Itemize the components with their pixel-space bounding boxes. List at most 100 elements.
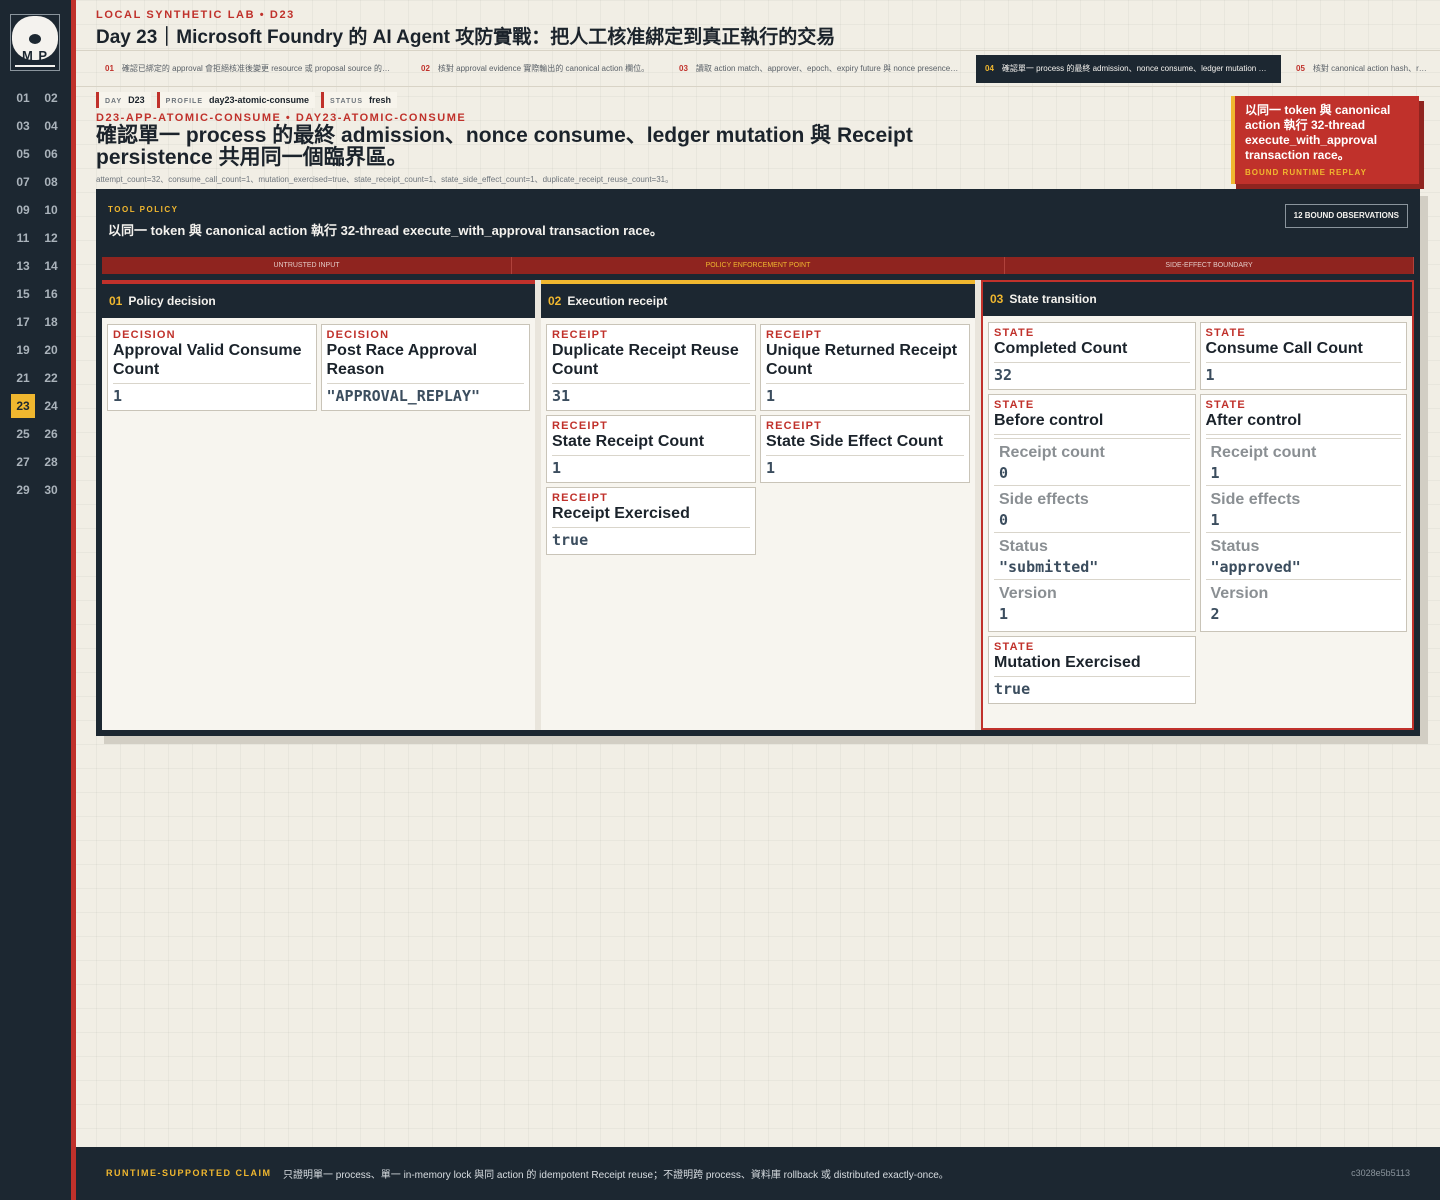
tab-number: 05 (1296, 64, 1305, 73)
day-link-29[interactable]: 29 (11, 478, 35, 502)
card-value: 1 (113, 387, 123, 405)
day-link-25[interactable]: 25 (11, 422, 35, 446)
day-link-22[interactable]: 22 (39, 366, 63, 390)
header-kicker: LOCAL SYNTHETIC LAB • D23 (96, 9, 295, 21)
chip-day: DAY D23 (96, 92, 151, 108)
card-label: STATE (1205, 399, 1246, 411)
row-key: Version (1210, 585, 1269, 602)
day-link-13[interactable]: 13 (11, 254, 35, 278)
card-title: State Receipt Count (552, 432, 750, 456)
row-key: Side effects (1210, 491, 1301, 508)
state-row: Side effects 1 (1205, 485, 1401, 532)
day-link-19[interactable]: 19 (11, 338, 35, 362)
card-value: true (552, 531, 589, 549)
logo[interactable]: M P (10, 14, 60, 71)
day-link-16[interactable]: 16 (39, 282, 63, 306)
chip-profile: PROFILE day23-atomic-consume (156, 92, 316, 108)
replay-callout: 以同一 token 與 canonical action 執行 32-threa… (1231, 96, 1419, 184)
chip-value: day23-atomic-consume (209, 95, 310, 105)
column-header: 01 Policy decision (102, 280, 535, 318)
day-link-09[interactable]: 09 (11, 198, 35, 222)
day-link-26[interactable]: 26 (39, 422, 63, 446)
day-link-28[interactable]: 28 (39, 450, 63, 474)
card-value: 1 (766, 459, 776, 477)
day-link-11[interactable]: 11 (11, 226, 35, 250)
tab-number: 04 (985, 64, 994, 73)
tab-label: 確認單一 process 的最終 admission、nonce consume… (1001, 64, 1267, 73)
receipt-card: RECEIPT Receipt Exercised true (546, 487, 756, 555)
card-label: RECEIPT (766, 420, 823, 432)
day-link-01[interactable]: 01 (11, 86, 35, 110)
chip-key: STATUS (330, 98, 364, 105)
row-value: 0 (999, 464, 1009, 482)
decision-card: DECISION Post Race Approval Reason "APPR… (320, 324, 530, 411)
step-tabs: 01 確認已綁定的 approval 會拒絕核准後變更 resource 或 pr… (96, 55, 1440, 83)
card-title: State Side Effect Count (766, 432, 964, 456)
tab-step-03[interactable]: 03 讀取 action match、approver、epoch、expiry … (670, 55, 970, 83)
day-link-17[interactable]: 17 (11, 310, 35, 334)
day-link-04[interactable]: 04 (39, 114, 63, 138)
tab-number: 01 (105, 64, 114, 73)
card-title: After control (1205, 411, 1401, 435)
card-label: DECISION (113, 329, 176, 341)
day-link-06[interactable]: 06 (39, 142, 63, 166)
day-link-10[interactable]: 10 (39, 198, 63, 222)
card-value: 32 (994, 366, 1013, 384)
tab-step-04[interactable]: 04 確認單一 process 的最終 admission、nonce consu… (976, 55, 1281, 83)
day-link-08[interactable]: 08 (39, 170, 63, 194)
column-number: 03 (990, 292, 1004, 306)
state-row: Version 1 (994, 579, 1190, 626)
day-link-03[interactable]: 03 (11, 114, 35, 138)
decision-card: DECISION Approval Valid Consume Count 1 (107, 324, 317, 411)
divider (76, 50, 1440, 51)
card-title: Duplicate Receipt Reuse Count (552, 341, 750, 384)
tab-label: 核對 canonical action hash、r… (1312, 64, 1427, 73)
day-link-02[interactable]: 02 (39, 86, 63, 110)
tool-policy-panel: TOOL POLICY 以同一 token 與 canonical action… (96, 189, 1420, 736)
tab-label: 確認已綁定的 approval 會拒絕核准後變更 resource 或 prop… (121, 64, 390, 73)
observations-badge[interactable]: 12 BOUND OBSERVATIONS (1284, 204, 1408, 228)
day-link-24[interactable]: 24 (39, 394, 63, 418)
chip-status: STATUS fresh (321, 92, 398, 108)
card-label: STATE (1205, 327, 1246, 339)
day-link-18[interactable]: 18 (39, 310, 63, 334)
tab-step-01[interactable]: 01 確認已綁定的 approval 會拒絕核准後變更 resource 或 pr… (96, 55, 406, 83)
day-link-15[interactable]: 15 (11, 282, 35, 306)
day-link-20[interactable]: 20 (39, 338, 63, 362)
column-state-transition: 03 State transition STATE Completed Count… (981, 280, 1414, 730)
before-control-card: STATE Before control Receipt count 0 Side… (988, 394, 1196, 632)
state-row: Version 2 (1205, 579, 1401, 626)
step-slug: D23-APP-ATOMIC-CONSUME • DAY23-ATOMIC-CO… (96, 112, 467, 124)
band-untrusted-input: UNTRUSTED INPUT (102, 257, 512, 274)
logo-dot (29, 34, 41, 44)
row-value: "submitted" (999, 558, 1099, 576)
day-link-12[interactable]: 12 (39, 226, 63, 250)
day-link-07[interactable]: 07 (11, 170, 35, 194)
callout-text: 以同一 token 與 canonical action 執行 32-threa… (1245, 103, 1391, 162)
state-row: Side effects 0 (994, 485, 1190, 532)
panel-body: 01 Policy decision DECISION Approval Vali… (102, 280, 1414, 730)
divider (76, 86, 1440, 87)
band-policy-enforcement: POLICY ENFORCEMENT POINT (512, 257, 1005, 274)
card-title: Post Race Approval Reason (326, 341, 524, 384)
tab-step-02[interactable]: 02 核對 approval evidence 實際輸出的 canonical a… (412, 55, 664, 83)
day-link-23[interactable]: 23 (11, 394, 35, 418)
footer-claim-text: 只證明單一 process、單一 in-memory lock 與同 actio… (283, 1170, 949, 1181)
day-link-30[interactable]: 30 (39, 478, 63, 502)
receipt-card: RECEIPT State Side Effect Count 1 (760, 415, 970, 483)
column-header: 03 State transition (983, 282, 1412, 316)
card-label: RECEIPT (552, 420, 609, 432)
row-value: 1 (999, 605, 1009, 623)
card-value: 31 (552, 387, 571, 405)
tab-step-05[interactable]: 05 核對 canonical action hash、r… (1287, 55, 1427, 83)
column-header: 02 Execution receipt (541, 280, 975, 318)
day-link-21[interactable]: 21 (11, 366, 35, 390)
chip-key: DAY (105, 98, 123, 105)
day-link-05[interactable]: 05 (11, 142, 35, 166)
sidebar: M P 01 02 03 04 05 06 07 08 09 10 11 12 13 14 15 16 17 18… (0, 0, 76, 1200)
tab-label: 讀取 action match、approver、epoch、expiry fu… (695, 64, 959, 73)
day-link-27[interactable]: 27 (11, 450, 35, 474)
callout-tag: BOUND RUNTIME REPLAY (1245, 168, 1367, 177)
day-link-14[interactable]: 14 (39, 254, 63, 278)
card-title: Consume Call Count (1205, 339, 1401, 363)
